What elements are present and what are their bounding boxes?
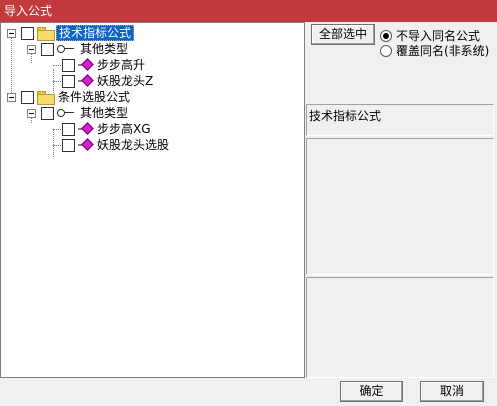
tree-node-formula[interactable]: 步步高升 <box>62 57 147 73</box>
select-all-button[interactable]: 全部选中 <box>311 24 375 45</box>
tree-node-label[interactable]: 技术指标公式 <box>56 25 135 41</box>
tree-node-formula[interactable]: 步步高XG <box>62 121 153 137</box>
tree-node-label[interactable]: 妖股龙头选股 <box>95 138 171 152</box>
tree-node-root[interactable]: 条件选股公式 <box>7 89 132 105</box>
tree-checkbox[interactable] <box>41 106 54 120</box>
key-icon <box>57 44 75 54</box>
tree-checkbox[interactable] <box>62 122 75 136</box>
formula-icon <box>78 123 92 135</box>
tree-connector <box>11 37 12 97</box>
tree-checkbox[interactable] <box>62 58 75 72</box>
tree-node-formula[interactable]: 妖股龙头Z <box>62 73 155 89</box>
tree-node-label[interactable]: 步步高XG <box>95 122 153 136</box>
option-overwrite[interactable]: 覆盖同名(非系统) <box>380 42 489 59</box>
collapse-toggle-icon[interactable] <box>7 28 16 38</box>
formula-icon <box>78 139 92 151</box>
formula-icon <box>78 75 92 87</box>
option-label: 覆盖同名(非系统) <box>396 44 490 58</box>
radio-unselected-icon[interactable] <box>380 44 392 57</box>
tree-node-category[interactable]: 其他类型 <box>27 41 130 57</box>
info-panel: 技术指标公式 <box>306 104 494 136</box>
collapse-toggle-icon[interactable] <box>7 92 16 102</box>
tree-node-root[interactable]: 技术指标公式 <box>7 25 135 41</box>
info-title: 技术指标公式 <box>309 109 382 123</box>
cancel-button[interactable]: 取消 <box>420 381 484 402</box>
tree-node-category[interactable]: 其他类型 <box>27 105 130 121</box>
tree-node-label[interactable]: 妖股龙头Z <box>95 74 155 88</box>
tree-node-label[interactable]: 其他类型 <box>78 42 130 56</box>
collapse-toggle-icon[interactable] <box>27 44 36 54</box>
tree-node-label[interactable]: 条件选股公式 <box>56 90 132 104</box>
folder-icon <box>37 91 55 105</box>
collapse-toggle-icon[interactable] <box>27 108 36 118</box>
tree-checkbox[interactable] <box>21 90 34 104</box>
tree-node-formula[interactable]: 妖股龙头选股 <box>62 137 171 153</box>
formula-icon <box>78 59 92 71</box>
tree-checkbox[interactable] <box>41 42 54 56</box>
tree-checkbox[interactable] <box>21 26 34 40</box>
formula-tree[interactable]: 技术指标公式 其他类型 步步高升 妖股龙头Z 条件选股公式 其他类型 步步高XG <box>0 22 305 378</box>
description-panel <box>306 138 494 275</box>
tree-connector <box>53 129 54 157</box>
key-icon <box>57 108 75 118</box>
radio-selected-icon[interactable] <box>380 29 392 42</box>
folder-icon <box>37 27 55 41</box>
details-panel <box>306 277 494 378</box>
ok-button[interactable]: 确定 <box>340 381 403 402</box>
tree-node-label[interactable]: 其他类型 <box>78 106 130 120</box>
window-title: 导入公式 <box>0 0 497 22</box>
tree-checkbox[interactable] <box>62 138 75 152</box>
tree-checkbox[interactable] <box>62 74 75 88</box>
tree-node-label[interactable]: 步步高升 <box>95 58 147 72</box>
